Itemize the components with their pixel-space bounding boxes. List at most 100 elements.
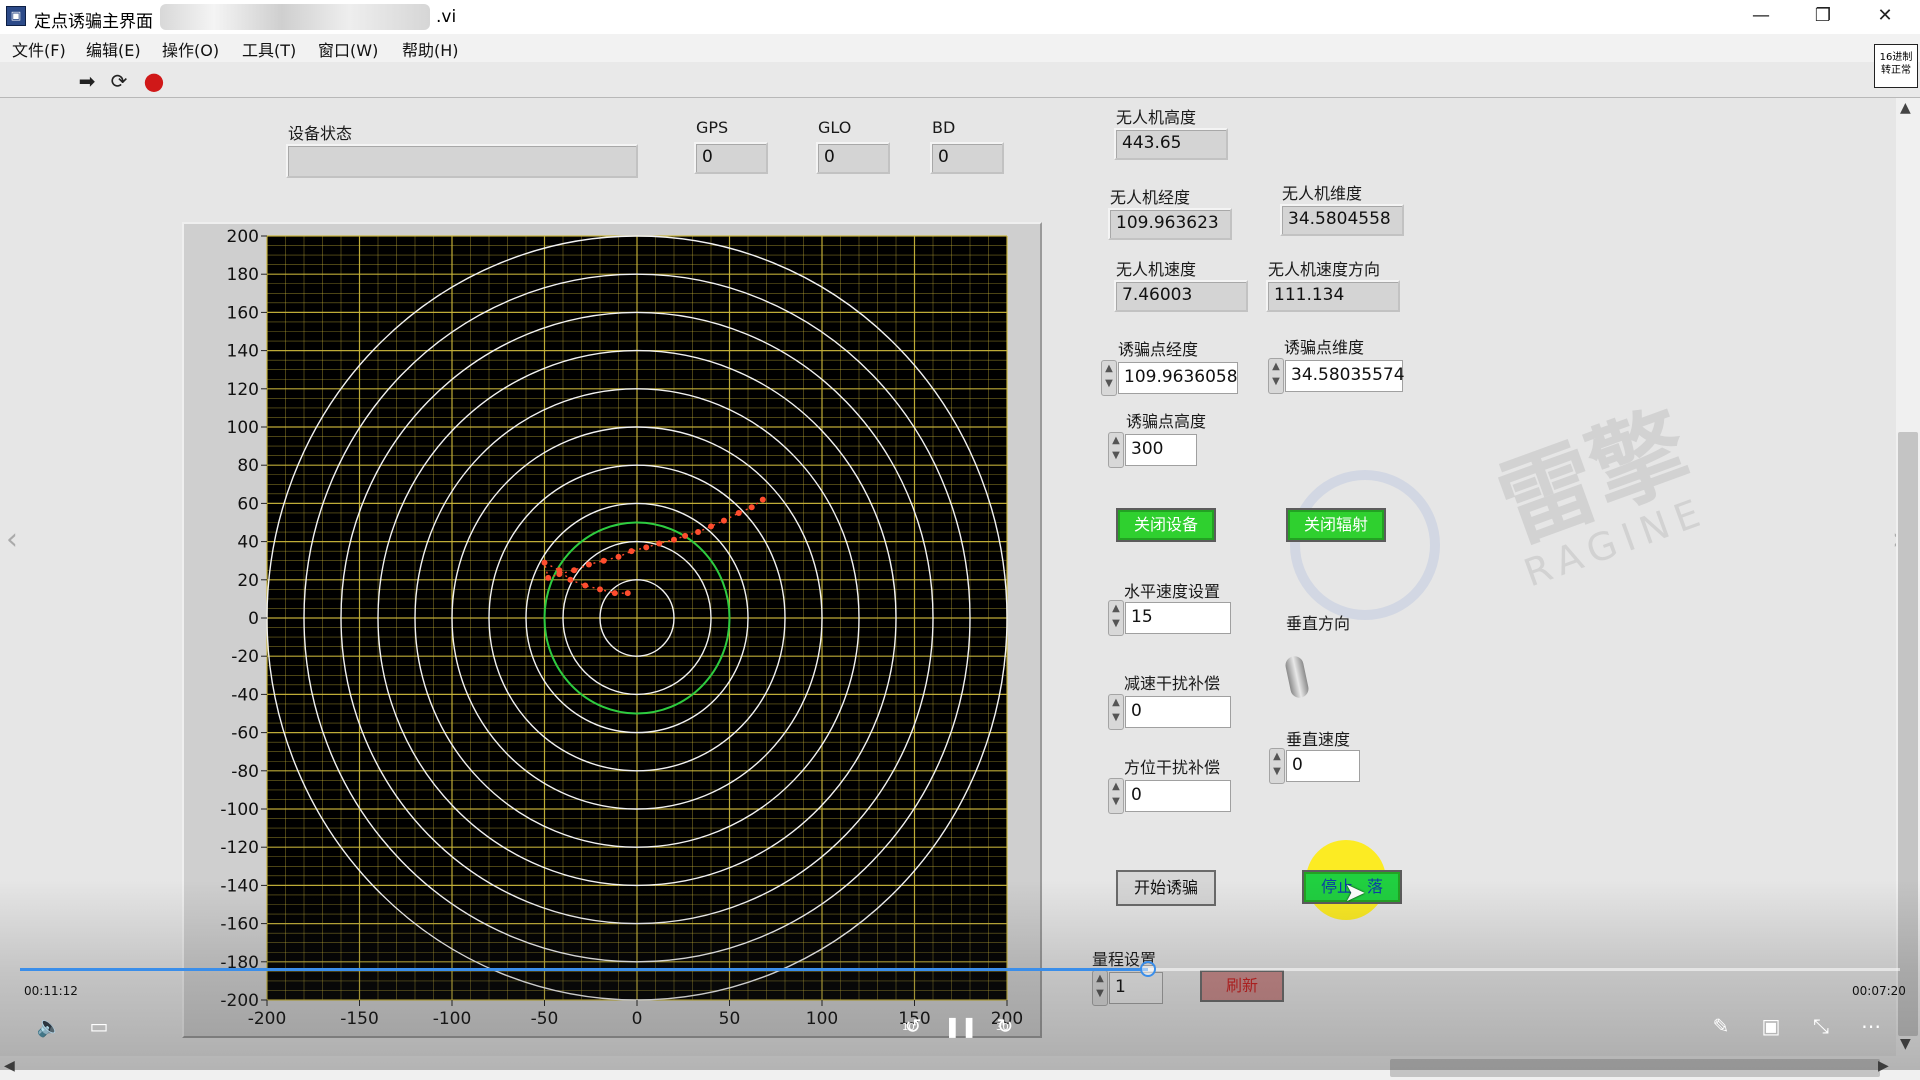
minimize-button[interactable]: —: [1730, 0, 1792, 34]
player-elapsed-time: 00:11:12: [24, 984, 78, 998]
track-point: [643, 544, 650, 551]
uav-longitude-label: 无人机经度: [1110, 188, 1191, 207]
uav-speed-label: 无人机速度: [1116, 260, 1197, 279]
azimuth-compensation-input[interactable]: 0: [1125, 780, 1231, 812]
device-status-label: 设备状态: [288, 124, 353, 143]
decoy-longitude-input[interactable]: 109.9636058: [1118, 362, 1238, 394]
volume-icon[interactable]: 🔈: [34, 1012, 64, 1040]
scroll-right-icon[interactable]: ▶: [1878, 1058, 1889, 1074]
vertical-scrollbar-thumb[interactable]: [1898, 432, 1918, 1036]
uav-longitude-field: 109.963623: [1108, 208, 1232, 240]
pause-icon[interactable]: ❚❚: [944, 1012, 978, 1040]
player-remaining-time: 00:07:20: [1852, 984, 1906, 998]
x-tick-label: -50: [531, 1009, 559, 1029]
menu-tools[interactable]: 工具(T): [242, 37, 296, 61]
decoy-altitude-label: 诱骗点高度: [1126, 412, 1207, 431]
bd-field: 0: [930, 142, 1004, 174]
edit-pen-icon[interactable]: ✎: [1706, 1012, 1736, 1040]
player-progress-knob[interactable]: [1140, 961, 1156, 977]
y-tick-label: 120: [227, 380, 259, 400]
y-tick-label: 80: [237, 456, 259, 476]
uav-speed-field: 7.46003: [1114, 280, 1248, 312]
uav-speed-direction-field: 111.134: [1266, 280, 1400, 312]
decel-compensation-input[interactable]: 0: [1125, 696, 1231, 728]
y-tick-label: -40: [231, 685, 259, 705]
vertical-speed-spinner[interactable]: ▲ ▼: [1269, 748, 1285, 784]
y-tick-label: -60: [231, 724, 259, 744]
y-tick-label: 160: [227, 303, 259, 323]
window-title: 定点诱骗主界面: [34, 12, 153, 32]
y-tick-label: 180: [227, 265, 259, 285]
watermark-logo: [1290, 470, 1440, 620]
x-tick-label: 50: [719, 1009, 741, 1029]
subtitles-icon[interactable]: ▭: [84, 1012, 114, 1040]
close-button[interactable]: ✕: [1854, 0, 1916, 34]
track-point: [735, 509, 742, 516]
decoy-longitude-spinner[interactable]: ▲ ▼: [1101, 360, 1117, 396]
decoy-altitude-input[interactable]: 300: [1125, 434, 1197, 466]
gps-label: GPS: [696, 118, 729, 137]
x-tick-label: 100: [806, 1009, 838, 1029]
x-tick-label: -200: [248, 1009, 287, 1029]
gps-field: 0: [694, 142, 768, 174]
y-tick-label: -80: [231, 762, 259, 782]
x-tick-label: -100: [433, 1009, 472, 1029]
horizontal-speed-label: 水平速度设置: [1124, 582, 1221, 601]
scroll-up-icon[interactable]: ▲: [1900, 100, 1911, 116]
track-point: [720, 517, 727, 524]
menu-window[interactable]: 窗口(W): [318, 37, 378, 61]
vertical-direction-label: 垂直方向: [1286, 614, 1351, 633]
scroll-down-icon[interactable]: ▼: [1900, 1036, 1911, 1052]
range-setting-input[interactable]: 1: [1109, 972, 1163, 1004]
decoy-latitude-input[interactable]: 34.58035574: [1285, 360, 1405, 392]
range-setting-spinner[interactable]: ▲ ▼: [1092, 970, 1108, 1006]
more-options-icon[interactable]: ⋯: [1856, 1012, 1886, 1040]
menu-help[interactable]: 帮助(H): [402, 37, 459, 61]
device-status-field: [286, 144, 638, 178]
menu-operate[interactable]: 操作(O): [162, 37, 219, 61]
close-radiation-button[interactable]: 关闭辐射: [1286, 508, 1386, 542]
track-point: [656, 540, 663, 547]
azimuth-compensation-spinner[interactable]: ▲ ▼: [1108, 778, 1124, 814]
skip-back-label: 10: [902, 1022, 915, 1033]
horizontal-scrollbar-thumb[interactable]: [1390, 1059, 1880, 1077]
decel-compensation-label: 减速干扰补偿: [1124, 674, 1221, 693]
stop-landing-label-tail: 落: [1367, 877, 1384, 896]
exit-fullscreen-icon[interactable]: ⤡: [1806, 1012, 1836, 1040]
track-point: [582, 582, 589, 589]
y-tick-label: -120: [220, 838, 259, 858]
menu-file[interactable]: 文件(F): [12, 37, 66, 61]
track-point: [545, 574, 552, 581]
decoy-longitude-label: 诱骗点经度: [1118, 340, 1199, 359]
vertical-speed-input[interactable]: 0: [1286, 750, 1360, 782]
menu-edit[interactable]: 编辑(E): [86, 37, 141, 61]
skip-forward-label: 30: [996, 1022, 1009, 1033]
refresh-button[interactable]: 刷新: [1200, 970, 1284, 1002]
prev-arrow-icon[interactable]: ‹: [6, 522, 18, 557]
track-point: [759, 496, 766, 503]
glo-field: 0: [816, 142, 890, 174]
abort-stop-icon[interactable]: ●: [141, 69, 167, 93]
close-device-button[interactable]: 关闭设备: [1116, 508, 1216, 542]
y-tick-label: -20: [231, 647, 259, 667]
azimuth-compensation-label: 方位干扰补偿: [1124, 758, 1221, 777]
player-progress-fill: [20, 968, 1148, 971]
decoy-latitude-spinner[interactable]: ▲ ▼: [1268, 358, 1284, 394]
y-tick-label: -100: [220, 800, 259, 820]
scroll-left-icon[interactable]: ◀: [4, 1058, 15, 1074]
start-decoy-button[interactable]: 开始诱骗: [1116, 870, 1216, 906]
decel-compensation-spinner[interactable]: ▲ ▼: [1108, 694, 1124, 730]
run-arrow-icon[interactable]: ➡: [74, 69, 100, 93]
uav-altitude-label: 无人机高度: [1116, 108, 1197, 127]
horizontal-speed-spinner[interactable]: ▲ ▼: [1108, 600, 1124, 636]
y-tick-label: 100: [227, 418, 259, 438]
app-icon: ▣: [6, 6, 26, 26]
track-point: [748, 504, 755, 511]
track-point: [624, 590, 631, 597]
run-continuous-icon[interactable]: ⟳: [106, 69, 132, 93]
horizontal-speed-input[interactable]: 15: [1125, 602, 1231, 634]
decoy-altitude-spinner[interactable]: ▲ ▼: [1108, 432, 1124, 468]
title-blurred-region: [160, 4, 430, 30]
restore-button[interactable]: ❐: [1792, 0, 1854, 34]
miniplayer-icon[interactable]: ▣: [1756, 1012, 1786, 1040]
